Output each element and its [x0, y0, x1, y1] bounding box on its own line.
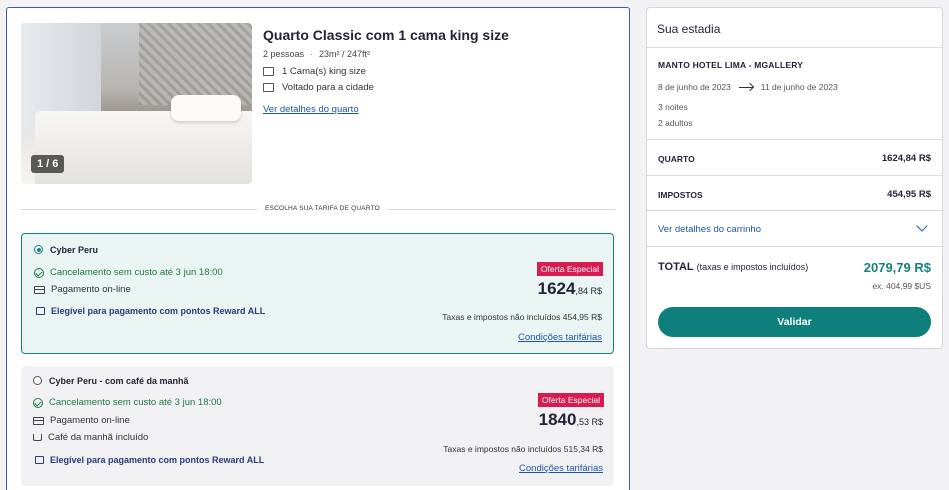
- rate-radio[interactable]: [33, 376, 42, 385]
- summary-total-label: TOTAL (taxas e impostos incluídos): [658, 261, 808, 273]
- total-note: (taxas e impostos incluídos): [696, 262, 809, 272]
- rate-reward-label: Elegível para pagamento com pontos Rewar…: [51, 306, 266, 316]
- arrow-right-icon: [738, 86, 753, 88]
- rate-breakfast-label: Café da manhã incluído: [48, 432, 149, 443]
- photo-counter: 1 / 6: [31, 155, 65, 173]
- room-details-link[interactable]: Ver detalhes do quarto: [263, 104, 359, 115]
- room-photo[interactable]: 1 / 6: [21, 23, 252, 184]
- check-out-date: 11 de junho de 2023: [760, 82, 838, 92]
- rate-option-cyber-peru[interactable]: Cyber Peru Cancelamento sem custo até 3 …: [21, 233, 614, 354]
- check-in-date: 8 de junho de 2023: [658, 82, 731, 92]
- room-feature-view: Voltado para a cidade: [263, 82, 374, 93]
- rate-conditions-link[interactable]: Condições tarifárias: [518, 332, 602, 343]
- coffee-cup-icon: [33, 434, 42, 441]
- summary-room-label: QUARTO: [658, 154, 695, 164]
- room-feature-bed: 1 Cama(s) king size: [263, 66, 366, 77]
- photo-pillow: [171, 95, 241, 121]
- summary-taxes-value: 454,95 R$: [887, 189, 931, 200]
- rate-conditions-link[interactable]: Condições tarifárias: [519, 463, 603, 474]
- separator-dot: ·: [310, 49, 314, 59]
- special-offer-badge: Oferta Especial: [537, 393, 604, 407]
- rate-cancellation: Cancelamento sem custo até 3 jun 18:00: [33, 397, 222, 408]
- rate-reward-label: Elegível para pagamento com pontos Rewar…: [50, 455, 265, 465]
- rate-tax-note: Taxas e impostos não incluídos 515,34 R$: [443, 444, 603, 454]
- summary-adults: 2 adultos: [658, 118, 693, 128]
- rate-tax-note: Taxas e impostos não incluídos 454,95 R$: [442, 312, 602, 322]
- rate-cancellation: Cancelamento sem custo até 3 jun 18:00: [34, 267, 223, 278]
- rate-price-cents: ,53 R$: [576, 417, 603, 427]
- rate-breakfast: Café da manhã incluído: [33, 432, 148, 443]
- rate-reward: Elegível para pagamento com pontos Rewar…: [36, 306, 265, 316]
- summary-title: Sua estadia: [647, 8, 942, 48]
- rate-reward: Elegível para pagamento com pontos Rewar…: [35, 455, 264, 465]
- rate-option-cyber-peru-breakfast[interactable]: Cyber Peru - com café da manhã Cancelame…: [21, 366, 614, 486]
- summary-nights: 3 noites: [658, 102, 688, 112]
- summary-taxes-row: IMPOSTOS 454,95 R$: [647, 175, 942, 210]
- cart-details-link[interactable]: Ver detalhes do carrinho: [658, 224, 761, 235]
- bed-icon: [263, 67, 274, 76]
- summary-hotel-name: MANTO HOTEL LIMA - MGALLERY: [658, 60, 804, 70]
- window-icon: [263, 83, 274, 92]
- rate-price: 1624,84 R$: [538, 279, 602, 299]
- photo-wall: [139, 23, 252, 105]
- validate-button[interactable]: Validar: [658, 307, 931, 337]
- rate-name: Cyber Peru - com café da manhã: [49, 376, 189, 386]
- room-feature-bed-label: 1 Cama(s) king size: [282, 66, 366, 77]
- room-guests: 2 pessoas: [263, 49, 305, 59]
- rate-radio[interactable]: [34, 245, 43, 254]
- rate-payment-label: Pagamento on-line: [51, 284, 131, 295]
- rate-cancellation-label: Cancelamento sem custo até 3 jun 18:00: [50, 267, 223, 278]
- rate-payment: Pagamento on-line: [34, 284, 131, 295]
- reward-icon: [36, 307, 45, 315]
- summary-total-usd: ex. 404,99 $US: [872, 281, 931, 291]
- room-card: 1 / 6 Quarto Classic com 1 cama king siz…: [6, 7, 630, 490]
- rate-cancellation-label: Cancelamento sem custo até 3 jun 18:00: [49, 397, 222, 408]
- summary-room-value: 1624,84 R$: [881, 153, 931, 164]
- special-offer-badge: Oferta Especial: [536, 262, 603, 276]
- rate-price: 1840,53 R$: [539, 410, 603, 430]
- photo-bed: [35, 111, 252, 184]
- check-circle-icon: [33, 397, 43, 408]
- room-capacity: 2 pessoas · 23m² / 247ft²: [263, 49, 370, 59]
- credit-card-icon: [34, 285, 45, 294]
- chevron-down-icon[interactable]: [916, 220, 928, 232]
- summary-total-value: 2079,79 R$: [863, 260, 931, 275]
- stay-summary: Sua estadia MANTO HOTEL LIMA - MGALLERY …: [646, 7, 943, 349]
- summary-room-row: QUARTO 1624,84 R$: [647, 139, 942, 175]
- total-label: TOTAL: [658, 261, 694, 273]
- room-size: 23m² / 247ft²: [319, 49, 371, 59]
- rate-payment-label: Pagamento on-line: [50, 415, 130, 426]
- summary-total-divider: [647, 246, 942, 247]
- room-feature-view-label: Voltado para a cidade: [282, 82, 374, 93]
- rate-name: Cyber Peru: [50, 245, 99, 255]
- rate-payment: Pagamento on-line: [33, 415, 130, 426]
- summary-taxes-label: IMPOSTOS: [658, 190, 703, 200]
- rate-price-cents: ,84 R$: [575, 286, 602, 296]
- rate-price-main: 1840: [538, 410, 577, 429]
- room-title: Quarto Classic com 1 cama king size: [263, 27, 509, 43]
- reward-icon: [35, 456, 44, 464]
- summary-dates: 8 de junho de 2023 11 de junho de 2023: [658, 82, 838, 92]
- rate-price-main: 1624: [537, 279, 576, 298]
- summary-cart-row[interactable]: Ver detalhes do carrinho: [647, 210, 942, 246]
- credit-card-icon: [33, 416, 44, 425]
- rate-section-label: ESCOLHA SUA TARIFA DE QUARTO: [257, 205, 388, 212]
- check-circle-icon: [34, 267, 44, 278]
